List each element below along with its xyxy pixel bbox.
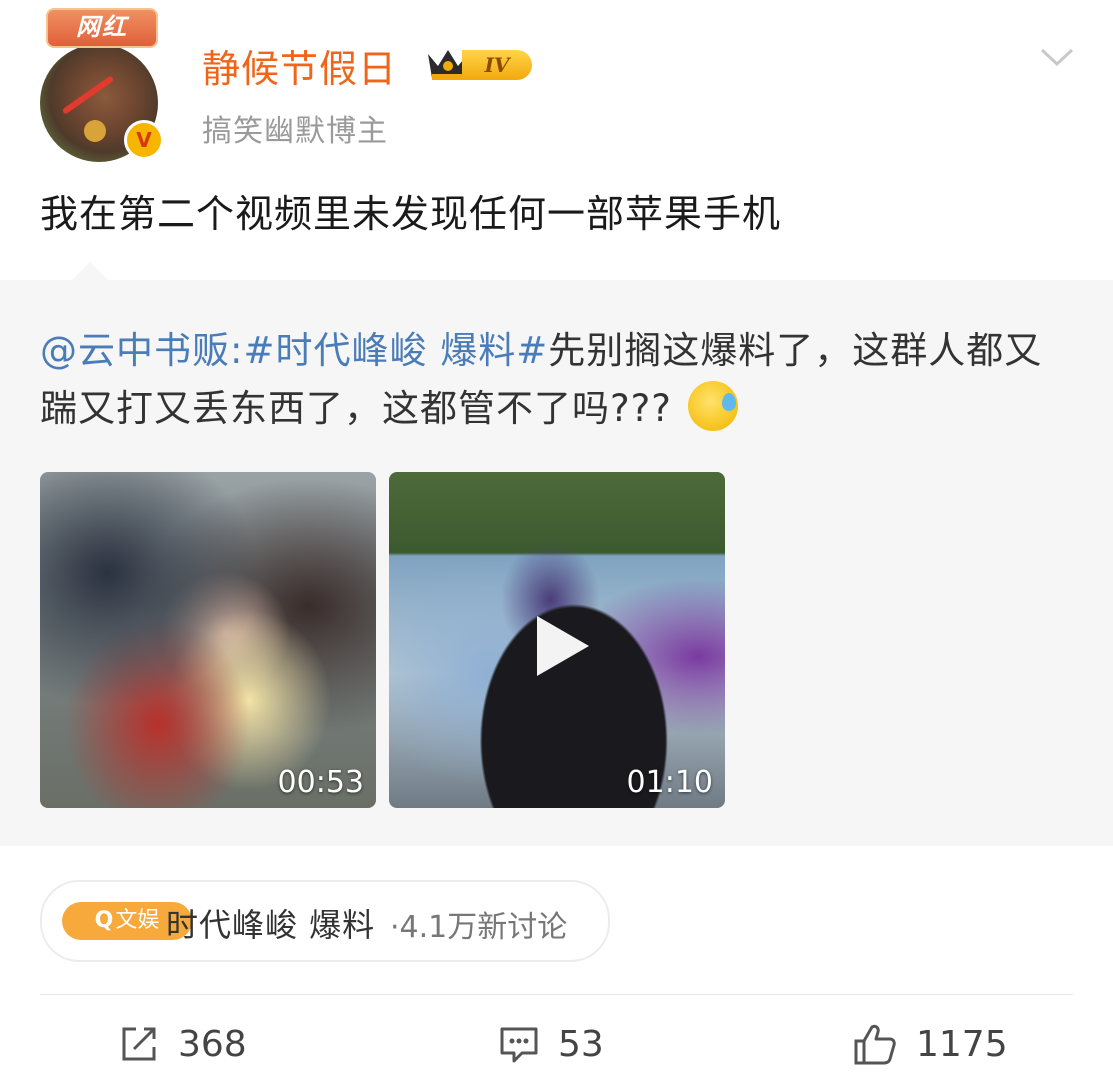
repost-count: 368 xyxy=(178,1023,247,1065)
verified-icon: V xyxy=(124,120,164,160)
search-icon: Q xyxy=(94,908,114,933)
divider xyxy=(40,994,1073,995)
video-duration: 01:10 xyxy=(626,765,713,800)
comment-icon xyxy=(500,1027,538,1063)
user-subtitle: 搞笑幽默博主 xyxy=(202,114,388,149)
username[interactable]: 静候节假日 xyxy=(202,38,397,93)
video-thumbnail-2[interactable]: 01:10 xyxy=(389,472,725,808)
comment-count: 53 xyxy=(558,1023,604,1065)
avatar[interactable]: 网红 V xyxy=(40,8,164,162)
topic-discussion-count: ·4.1万新讨论 xyxy=(390,910,568,945)
video-thumbnail-1[interactable]: 00:53 xyxy=(40,472,376,808)
sweat-emoji-icon xyxy=(687,381,738,431)
repost-card[interactable]: @云中书贩:#时代峰峻 爆料#先别搁这爆料了，这群人都又踹又打又丢东西了，这都管… xyxy=(0,262,1113,846)
like-button[interactable]: 1175 xyxy=(852,1018,1008,1070)
play-icon[interactable] xyxy=(537,616,589,676)
repost-button[interactable]: 368 xyxy=(118,1018,247,1070)
repost-icon xyxy=(122,1027,156,1061)
chevron-down-icon[interactable] xyxy=(1038,44,1076,72)
influencer-badge: 网红 xyxy=(46,8,158,48)
hashtag-link[interactable]: #时代峰峻 爆料# xyxy=(243,329,548,372)
post-text: 我在第二个视频里未发现任何一部苹果手机 xyxy=(40,192,782,236)
level-label: IV xyxy=(462,50,532,80)
mention-link[interactable]: @云中书贩: xyxy=(40,329,243,372)
level-badge: IV xyxy=(424,44,534,84)
like-count: 1175 xyxy=(916,1023,1008,1065)
repost-text: @云中书贩:#时代峰峻 爆料#先别搁这爆料了，这群人都又踹又打又丢东西了，这都管… xyxy=(40,322,1080,438)
video-duration: 00:53 xyxy=(277,765,364,800)
thumbs-up-icon xyxy=(854,1024,896,1065)
topic-title: 时代峰峻 爆料 xyxy=(166,906,376,944)
topic-chip[interactable]: Q文娱 时代峰峻 爆料 ·4.1万新讨论 xyxy=(40,880,610,962)
comment-button[interactable]: 53 xyxy=(498,1018,604,1070)
